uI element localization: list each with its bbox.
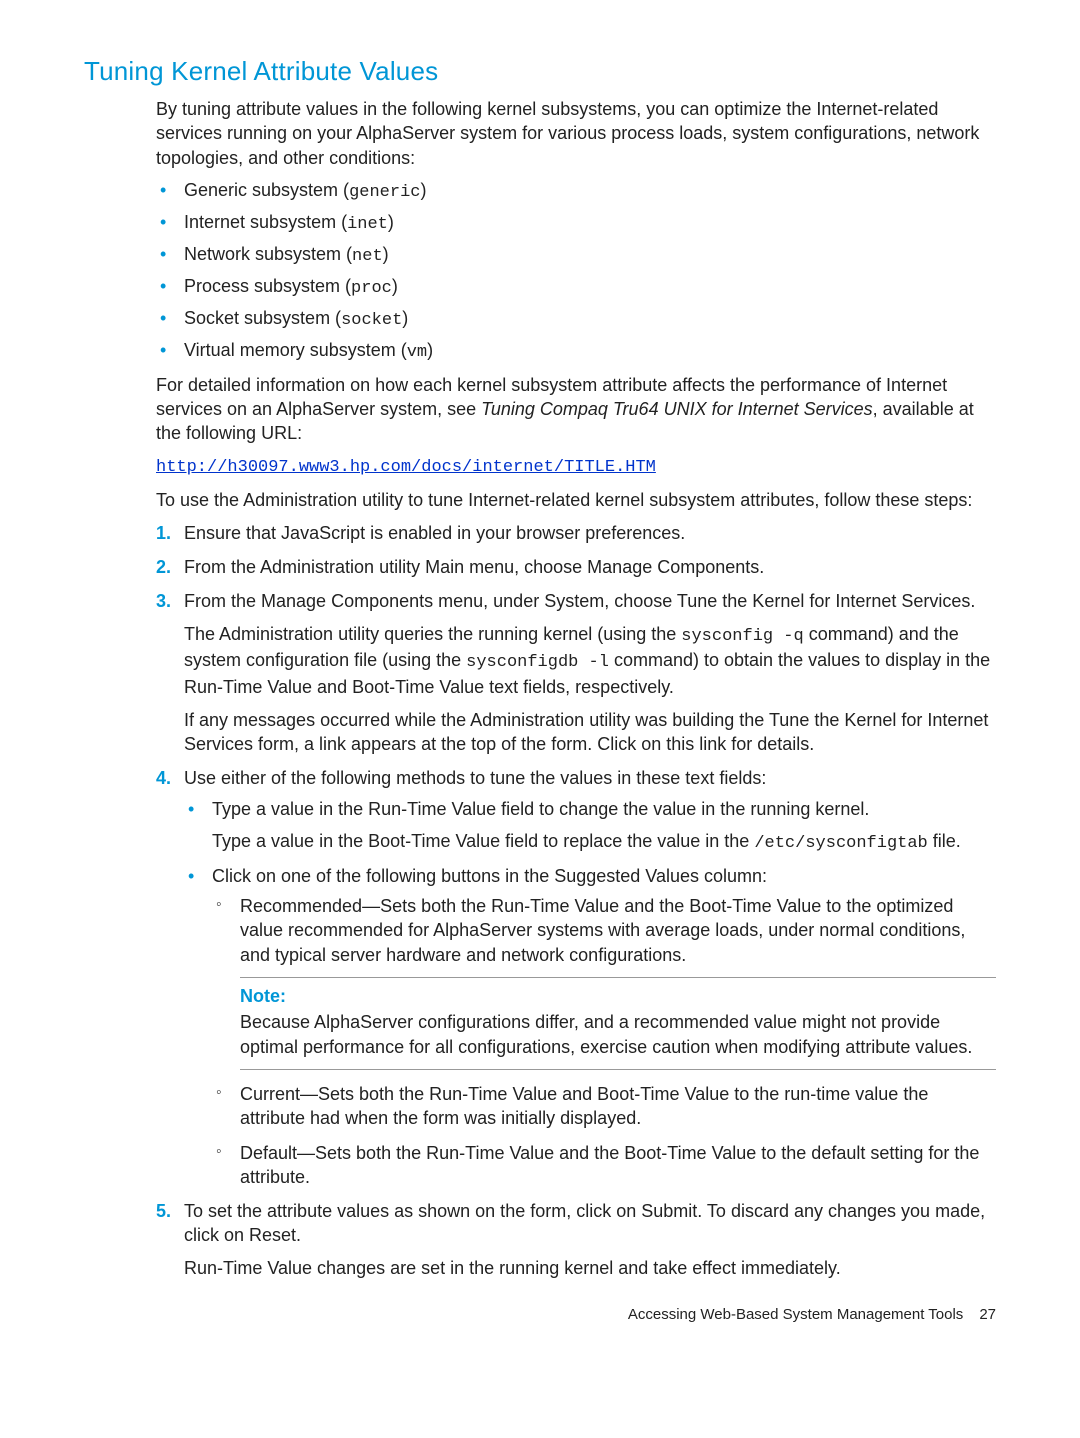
text: file.	[928, 831, 961, 851]
subsystem-code: net	[352, 247, 383, 266]
step-5-detail: Run-Time Value changes are set in the ru…	[184, 1256, 996, 1280]
subsystem-tail: )	[420, 180, 426, 200]
default-text: Default—Sets both the Run-Time Value and…	[240, 1143, 979, 1187]
subsystem-tail: )	[427, 340, 433, 360]
list-item: Default—Sets both the Run-Time Value and…	[212, 1141, 996, 1190]
subsystem-label: Generic subsystem (	[184, 180, 349, 200]
step-2: From the Administration utility Main men…	[156, 555, 996, 579]
step-4-methods: Type a value in the Run-Time Value field…	[184, 797, 996, 1190]
list-item: Current—Sets both the Run-Time Value and…	[212, 1082, 996, 1131]
step-text: From the Manage Components menu, under S…	[184, 591, 975, 611]
steps-intro: To use the Administration utility to tun…	[156, 488, 996, 512]
step-text: From the Administration utility Main men…	[184, 557, 764, 577]
page-heading: Tuning Kernel Attribute Values	[84, 56, 996, 87]
detail-doc-title: Tuning Compaq Tru64 UNIX for Internet Se…	[481, 399, 873, 419]
text: The Administration utility queries the r…	[184, 624, 681, 644]
reference-url-link[interactable]: http://h30097.www3.hp.com/docs/internet/…	[156, 458, 656, 477]
list-item: Virtual memory subsystem (vm)	[156, 338, 996, 365]
list-item: Click on one of the following buttons in…	[184, 864, 996, 1189]
suggested-values-list: Recommended—Sets both the Run-Time Value…	[212, 894, 996, 1189]
note-box: Note: Because AlphaServer configurations…	[240, 977, 996, 1070]
subsystem-code: generic	[349, 183, 420, 202]
method-text-sub: Type a value in the Boot-Time Value fiel…	[212, 829, 996, 856]
recommended-text: Recommended—Sets both the Run-Time Value…	[240, 896, 965, 965]
subsystem-tail: )	[392, 276, 398, 296]
subsystem-label: Socket subsystem (	[184, 308, 341, 328]
method-text: Click on one of the following buttons in…	[212, 866, 767, 886]
detail-paragraph: For detailed information on how each ker…	[156, 373, 996, 446]
list-item: Network subsystem (net)	[156, 242, 996, 269]
subsystem-tail: )	[383, 244, 389, 264]
step-text: To set the attribute values as shown on …	[184, 1201, 985, 1245]
footer-section-title: Accessing Web-Based System Management To…	[628, 1306, 963, 1323]
step-1: Ensure that JavaScript is enabled in you…	[156, 521, 996, 545]
step-text: Use either of the following methods to t…	[184, 768, 766, 788]
step-5: To set the attribute values as shown on …	[156, 1199, 996, 1280]
subsystem-code: socket	[341, 311, 402, 330]
subsystem-label: Internet subsystem (	[184, 212, 347, 232]
step-text: Ensure that JavaScript is enabled in you…	[184, 523, 685, 543]
method-text: Type a value in the Run-Time Value field…	[212, 799, 869, 819]
page-footer: Accessing Web-Based System Management To…	[84, 1306, 996, 1323]
step-3-note: If any messages occurred while the Admin…	[184, 708, 996, 757]
subsystem-tail: )	[402, 308, 408, 328]
subsystem-code: inet	[347, 215, 388, 234]
subsystem-label: Process subsystem (	[184, 276, 351, 296]
command-code: sysconfig -q	[681, 627, 803, 646]
subsystem-code: proc	[351, 279, 392, 298]
subsystem-label: Virtual memory subsystem (	[184, 340, 407, 360]
current-text: Current—Sets both the Run-Time Value and…	[240, 1084, 928, 1128]
note-label: Note:	[240, 984, 996, 1008]
subsystem-tail: )	[388, 212, 394, 232]
subsystem-code: vm	[407, 343, 427, 362]
text: Type a value in the Boot-Time Value fiel…	[212, 831, 754, 851]
list-item: Socket subsystem (socket)	[156, 306, 996, 333]
list-item: Internet subsystem (inet)	[156, 210, 996, 237]
step-3-detail: The Administration utility queries the r…	[184, 622, 996, 700]
footer-page-number: 27	[979, 1306, 996, 1323]
list-item: Process subsystem (proc)	[156, 274, 996, 301]
command-code: sysconfigdb -l	[466, 653, 609, 672]
steps-list: Ensure that JavaScript is enabled in you…	[156, 521, 996, 1280]
intro-paragraph: By tuning attribute values in the follow…	[156, 97, 996, 170]
list-item: Recommended—Sets both the Run-Time Value…	[212, 894, 996, 1070]
subsystem-list: Generic subsystem (generic) Internet sub…	[156, 178, 996, 365]
list-item: Type a value in the Run-Time Value field…	[184, 797, 996, 856]
step-4: Use either of the following methods to t…	[156, 766, 996, 1189]
note-body: Because AlphaServer configurations diffe…	[240, 1010, 996, 1059]
list-item: Generic subsystem (generic)	[156, 178, 996, 205]
step-3: From the Manage Components menu, under S…	[156, 589, 996, 756]
subsystem-label: Network subsystem (	[184, 244, 352, 264]
path-code: /etc/sysconfigtab	[754, 834, 927, 853]
